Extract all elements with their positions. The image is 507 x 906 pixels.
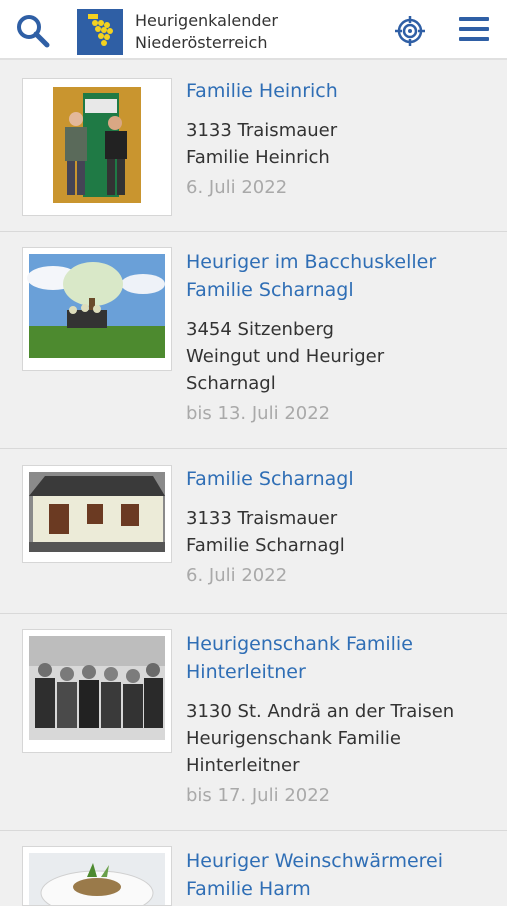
- group-photo-icon: [23, 630, 171, 752]
- entry-photo[interactable]: [22, 78, 172, 216]
- title-line[interactable]: Heuriger Weinschwärmerei: [186, 847, 486, 875]
- entry-date: bis 13. Juli 2022: [186, 403, 331, 424]
- list-item[interactable]: Heuriger Weinschwärmerei Familie Harm: [0, 831, 507, 906]
- locate-button[interactable]: [394, 15, 426, 47]
- hamburger-menu-button[interactable]: [459, 17, 489, 43]
- address-line: Familie Scharnagl: [186, 535, 345, 556]
- entry-address: 3130 St. Andrä an der Traisen Heurigensc…: [186, 698, 486, 779]
- entry-date: 6. Juli 2022: [186, 565, 288, 586]
- entry-photo[interactable]: [22, 465, 172, 563]
- hamburger-menu-icon: [459, 37, 489, 41]
- entry-info: Heuriger im Bacchuskeller Familie Scharn…: [186, 248, 486, 427]
- people-photo-icon: [23, 79, 171, 215]
- hamburger-menu-icon: [459, 17, 489, 21]
- tree-photo-icon: [23, 248, 171, 370]
- entry-photo[interactable]: [22, 629, 172, 753]
- address-line: 3130 St. Andrä an der Traisen: [186, 701, 455, 722]
- address-line: Familie Heinrich: [186, 147, 330, 168]
- entry-info: Familie Heinrich 3133 Traismauer Familie…: [186, 77, 486, 201]
- entry-date: bis 17. Juli 2022: [186, 785, 331, 806]
- address-line: Heurigenschank Familie: [186, 728, 401, 749]
- crosshair-icon: [395, 16, 425, 46]
- logo[interactable]: [77, 9, 123, 55]
- entry-date: 6. Juli 2022: [186, 177, 288, 198]
- title-line[interactable]: Familie Heinrich: [186, 77, 486, 105]
- entry-address: 3133 Traismauer Familie Scharnagl: [186, 505, 486, 559]
- title-line[interactable]: Hinterleitner: [186, 658, 486, 686]
- address-line: Weingut und Heuriger: [186, 346, 385, 367]
- list-item[interactable]: Familie Scharnagl 3133 Traismauer Famili…: [0, 449, 507, 614]
- list-item[interactable]: Heurigenschank Familie Hinterleitner 313…: [0, 614, 507, 831]
- entry-info: Heurigenschank Familie Hinterleitner 313…: [186, 630, 486, 809]
- entry-title-link[interactable]: Heuriger im Bacchuskeller Familie Scharn…: [186, 248, 486, 304]
- address-line: 3133 Traismauer: [186, 508, 338, 529]
- search-icon: [17, 15, 50, 48]
- list-item[interactable]: Heuriger im Bacchuskeller Familie Scharn…: [0, 232, 507, 449]
- hamburger-menu-icon: [459, 27, 489, 31]
- brand-line-1: Heurigenkalender: [135, 11, 278, 30]
- entry-photo[interactable]: [22, 247, 172, 371]
- entry-title-link[interactable]: Heurigenschank Familie Hinterleitner: [186, 630, 486, 686]
- entry-title-link[interactable]: Heuriger Weinschwärmerei Familie Harm: [186, 847, 486, 903]
- address-line: 3454 Sitzenberg: [186, 319, 334, 340]
- entry-address: 3454 Sitzenberg Weingut und Heuriger Sch…: [186, 316, 486, 397]
- building-photo-icon: [23, 466, 171, 562]
- food-photo-icon: [23, 847, 171, 905]
- app-header: Heurigenkalender Niederösterreich: [0, 0, 507, 60]
- title-line[interactable]: Heuriger im Bacchuskeller: [186, 248, 486, 276]
- entry-info: Familie Scharnagl 3133 Traismauer Famili…: [186, 465, 486, 589]
- address-line: 3133 Traismauer: [186, 120, 338, 141]
- address-line: Scharnagl: [186, 373, 276, 394]
- title-line[interactable]: Heurigenschank Familie: [186, 630, 486, 658]
- entry-title-link[interactable]: Familie Heinrich: [186, 77, 486, 105]
- entry-address: 3133 Traismauer Familie Heinrich: [186, 117, 486, 171]
- title-line[interactable]: Familie Harm: [186, 875, 486, 903]
- address-line: Hinterleitner: [186, 755, 300, 776]
- entry-title-link[interactable]: Familie Scharnagl: [186, 465, 486, 493]
- entry-info: Heuriger Weinschwärmerei Familie Harm: [186, 847, 486, 903]
- grape-logo-icon: [77, 9, 123, 55]
- brand-line-2: Niederösterreich: [135, 33, 268, 52]
- entry-photo[interactable]: [22, 846, 172, 906]
- list-item[interactable]: Familie Heinrich 3133 Traismauer Familie…: [0, 61, 507, 232]
- title-line[interactable]: Familie Scharnagl: [186, 465, 486, 493]
- search-button[interactable]: [14, 12, 52, 50]
- brand-title: Heurigenkalender Niederösterreich: [135, 10, 278, 54]
- title-line[interactable]: Familie Scharnagl: [186, 276, 486, 304]
